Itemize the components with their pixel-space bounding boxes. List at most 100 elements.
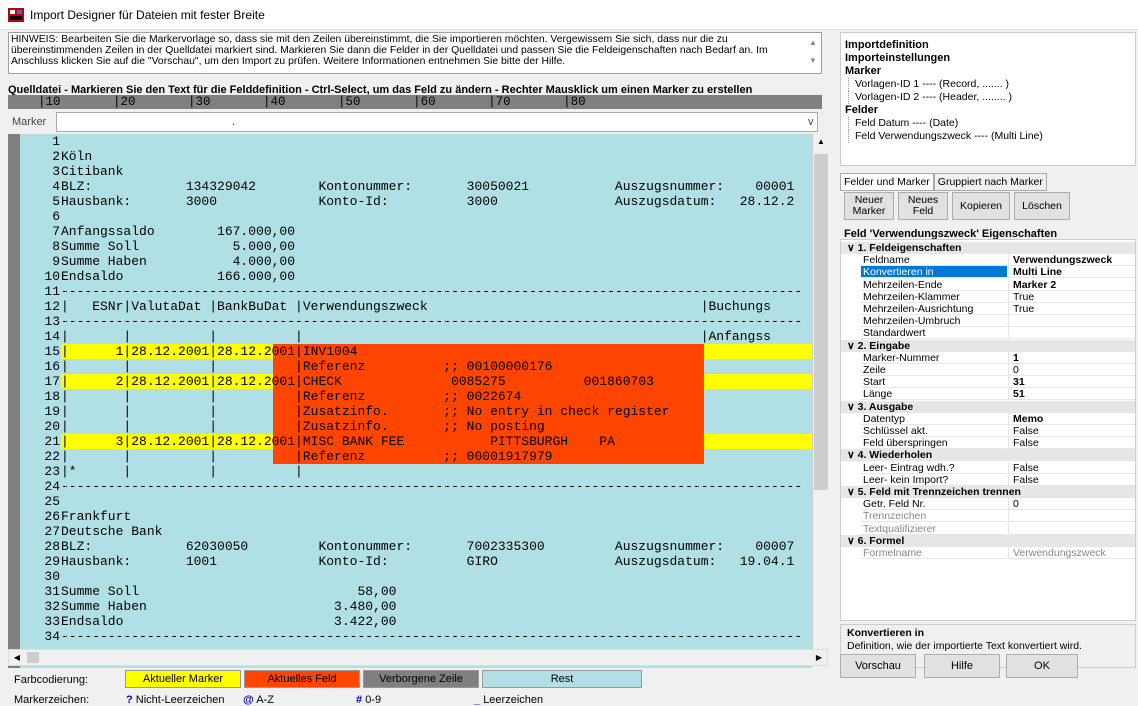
source-line[interactable]: 6: [20, 209, 812, 224]
property-value[interactable]: Multi Line: [1008, 266, 1135, 279]
property-row[interactable]: Mehrzeilen-Ende Marker 2: [841, 278, 1135, 291]
source-line[interactable]: 9 Summe Haben 4.000,00: [20, 254, 812, 269]
property-value[interactable]: False: [1008, 425, 1135, 437]
property-row[interactable]: Leer- Eintrag wdh.? False: [841, 461, 1135, 474]
source-line[interactable]: 23 |* | | |: [20, 464, 812, 479]
property-row[interactable]: Mehrzeilen-Umbruch: [841, 315, 1135, 328]
scroll-right-icon[interactable]: ▶: [811, 650, 827, 665]
horizontal-scrollbar[interactable]: ◀ ▶: [8, 649, 828, 666]
property-value[interactable]: False: [1008, 437, 1135, 450]
scroll-left-icon[interactable]: ◀: [9, 650, 25, 665]
source-line[interactable]: 13 --------------------------------------…: [20, 314, 812, 329]
property-value[interactable]: 51: [1008, 388, 1135, 401]
property-value[interactable]: [1008, 327, 1135, 340]
source-line[interactable]: 30: [20, 569, 812, 584]
property-category[interactable]: ∨ 2. Eingabe: [841, 339, 1135, 352]
property-grid[interactable]: ∨ 1. Feldeigenschaften Feldname Verwendung…: [840, 239, 1136, 621]
source-line[interactable]: 33 Endsaldo 3.422,00: [20, 614, 812, 629]
source-line[interactable]: 17 | 2|28.12.2001|28.12.2001|CHECK 008527…: [20, 374, 812, 389]
property-row[interactable]: Getr. Feld Nr. 0: [841, 498, 1135, 511]
property-value[interactable]: True: [1008, 290, 1135, 303]
property-row[interactable]: Trennzeichen: [841, 510, 1135, 523]
delete-button[interactable]: Löschen: [1014, 192, 1070, 220]
property-row[interactable]: Marker-Nummer 1: [841, 351, 1135, 364]
source-line[interactable]: 16 | | | |Referenz ;; 00100000176: [20, 359, 812, 374]
source-line[interactable]: 34 --------------------------------------…: [20, 629, 812, 644]
source-line[interactable]: 27 Deutsche Bank: [20, 524, 812, 539]
source-line[interactable]: 19 | | | |Zusatzinfo. ;; No entry in chec…: [20, 404, 812, 419]
source-line[interactable]: 15 | 1|28.12.2001|28.12.2001|INV1004: [20, 344, 812, 359]
property-row[interactable]: Feldname Verwendungszweck: [841, 254, 1135, 267]
tree-field-item[interactable]: Feld Datum ---- (Date): [848, 117, 1131, 130]
tree-settings[interactable]: Importeinstellungen: [845, 52, 1131, 65]
source-line[interactable]: 32 Summe Haben 3.480,00: [20, 599, 812, 614]
property-category[interactable]: ∨ 6. Formel: [841, 534, 1135, 547]
property-value[interactable]: [1008, 315, 1135, 328]
marker-template-field[interactable]: .: [56, 112, 818, 132]
tree-root[interactable]: Importdefinition: [845, 39, 1131, 52]
marker-dropdown-icon[interactable]: v: [808, 116, 814, 128]
property-row[interactable]: Zeile 0: [841, 364, 1135, 376]
tab-fields-markers[interactable]: Felder und Marker: [840, 173, 934, 191]
source-line[interactable]: 12 | ESNr|ValutaDat |BankBuDat |Verwendun…: [20, 299, 812, 314]
tree-marker-item[interactable]: Vorlagen-ID 2 ---- (Header, ........ ): [848, 91, 1131, 104]
source-line[interactable]: 28 BLZ: 62030050 Kontonummer: 7002335300 …: [20, 539, 812, 554]
scroll-thumb-h[interactable]: [27, 652, 39, 663]
property-row[interactable]: Standardwert: [841, 327, 1135, 340]
source-line[interactable]: 1: [20, 134, 812, 149]
property-value[interactable]: 1: [1008, 351, 1135, 364]
source-line[interactable]: 2 Köln: [20, 149, 812, 164]
property-category[interactable]: ∨ 3. Ausgabe: [841, 400, 1135, 413]
source-line[interactable]: 24 --------------------------------------…: [20, 479, 812, 494]
property-row[interactable]: Mehrzeilen-Klammer True: [841, 290, 1135, 303]
property-value[interactable]: 0: [1008, 364, 1135, 376]
scroll-thumb[interactable]: [814, 154, 828, 490]
property-category[interactable]: ∨ 5. Feld mit Trennzeichen trennen: [841, 486, 1135, 498]
property-row[interactable]: Start 31: [841, 376, 1135, 389]
property-category[interactable]: ∨ 4. Wiederholen: [841, 449, 1135, 462]
tree-marker-item[interactable]: Vorlagen-ID 1 ---- (Record, ....... ): [848, 78, 1131, 91]
help-button[interactable]: Hilfe: [924, 654, 1000, 678]
property-row[interactable]: Leer- kein Import? False: [841, 473, 1135, 486]
source-line[interactable]: 22 | | | |Referenz ;; 00001917979: [20, 449, 812, 464]
property-value[interactable]: [1008, 510, 1135, 523]
preview-button[interactable]: Vorschau: [840, 654, 916, 678]
source-line[interactable]: 4 BLZ: 134329042 Kontonummer: 30050021 Au…: [20, 179, 812, 194]
property-row[interactable]: Schlüssel akt. False: [841, 425, 1135, 437]
vertical-scrollbar[interactable]: ▲: [812, 134, 829, 649]
property-value[interactable]: 0: [1008, 498, 1135, 511]
source-line[interactable]: 10 Endsaldo 166.000,00: [20, 269, 812, 284]
property-value[interactable]: [1008, 522, 1135, 535]
source-line[interactable]: 7 Anfangssaldo 167.000,00: [20, 224, 812, 239]
property-value[interactable]: Verwendungszweck: [1008, 547, 1135, 559]
property-value[interactable]: Marker 2: [1008, 278, 1135, 291]
source-line[interactable]: 21 | 3|28.12.2001|28.12.2001|MISC BANK FE…: [20, 434, 812, 449]
property-row[interactable]: Konvertieren in Multi Line: [841, 266, 1135, 279]
source-text-area[interactable]: 1 2 Köln 3 Citibank 4 BLZ: 134329042 Kontonumm…: [8, 134, 812, 668]
property-row[interactable]: Länge 51: [841, 388, 1135, 401]
tab-grouped[interactable]: Gruppiert nach Marker: [933, 173, 1047, 191]
new-field-button[interactable]: Neues Feld: [898, 192, 948, 220]
source-line[interactable]: 29 Hausbank: 1001 Konto-Id: GIRO Auszugsd…: [20, 554, 812, 569]
property-row[interactable]: Feld überspringen False: [841, 437, 1135, 450]
definition-tree[interactable]: Importdefinition Importeinstellungen Mar…: [840, 32, 1136, 166]
tree-field-item[interactable]: Feld Verwendungszweck ---- (Multi Line): [848, 130, 1131, 143]
source-line[interactable]: 8 Summe Soll 5.000,00: [20, 239, 812, 254]
source-line[interactable]: 14 | | | | |Anfangss: [20, 329, 812, 344]
property-category[interactable]: ∨ 1. Feldeigenschaften: [841, 242, 1135, 254]
property-row[interactable]: Textqualifizierer: [841, 522, 1135, 535]
property-value[interactable]: Verwendungszweck: [1008, 254, 1135, 267]
property-row[interactable]: Mehrzeilen-Ausrichtung True: [841, 303, 1135, 315]
new-marker-button[interactable]: Neuer Marker: [844, 192, 894, 220]
property-value[interactable]: 31: [1008, 376, 1135, 389]
source-line[interactable]: 18 | | | |Referenz ;; 0022674: [20, 389, 812, 404]
property-value[interactable]: False: [1008, 473, 1135, 486]
property-value[interactable]: Memo: [1008, 412, 1135, 425]
source-line[interactable]: 26 Frankfurt: [20, 509, 812, 524]
hint-box[interactable]: HINWEIS: Bearbeiten Sie die Markervorlag…: [8, 32, 822, 74]
tree-felder[interactable]: Felder: [845, 104, 1131, 117]
source-line[interactable]: 25: [20, 494, 812, 509]
source-line[interactable]: 11 --------------------------------------…: [20, 284, 812, 299]
copy-button[interactable]: Kopieren: [952, 192, 1010, 220]
source-line[interactable]: 31 Summe Soll 58,00: [20, 584, 812, 599]
